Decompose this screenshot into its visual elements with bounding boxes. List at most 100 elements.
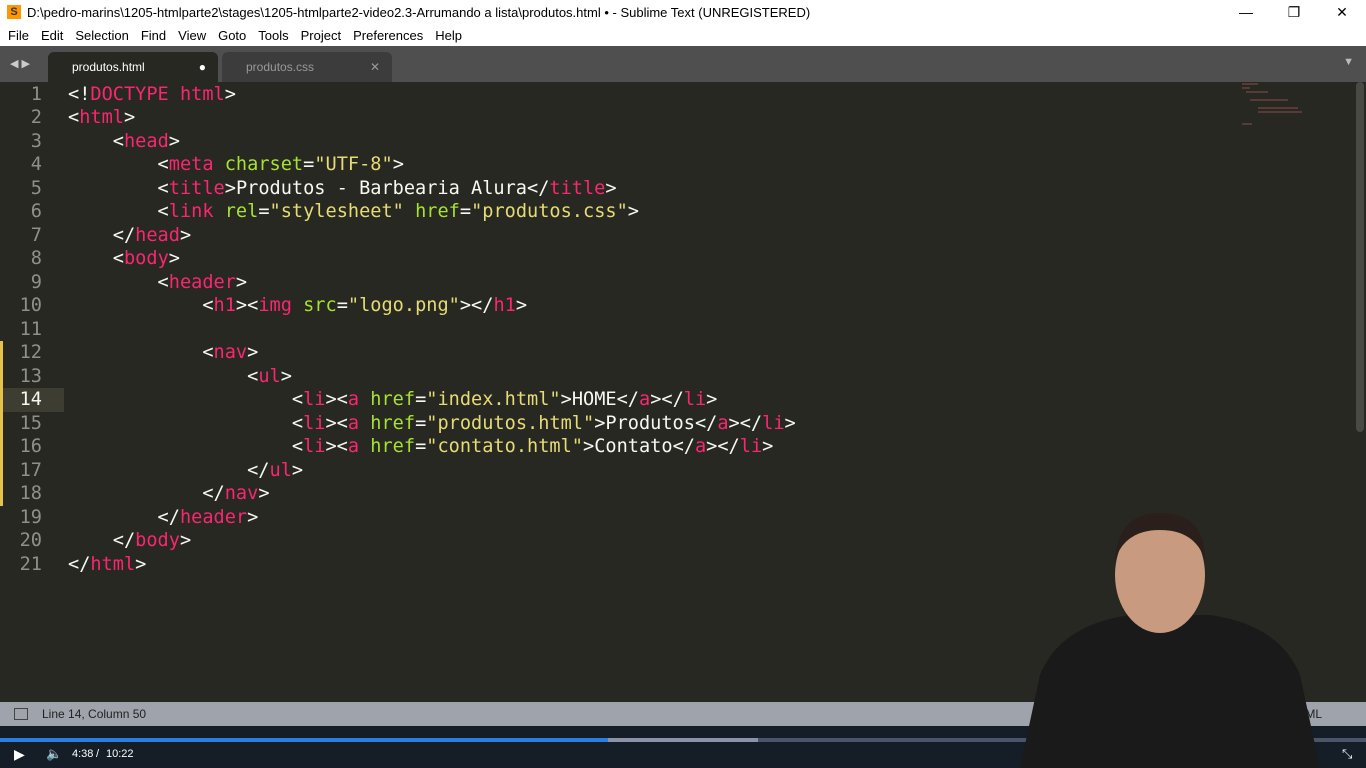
code-token: meta xyxy=(168,154,214,175)
code-token: a xyxy=(717,412,729,434)
code-token: < xyxy=(68,271,169,293)
fullscreen-icon[interactable]: ⤡ xyxy=(1342,744,1352,764)
line-number: 11 xyxy=(19,318,42,340)
unsaved-dot-icon[interactable]: ● xyxy=(199,52,206,82)
code-line[interactable]: <body> xyxy=(68,247,180,271)
code-token: </ xyxy=(527,177,550,199)
code-token: li xyxy=(303,436,326,457)
code-line[interactable]: </html> xyxy=(68,553,146,577)
maximize-button[interactable]: ❐ xyxy=(1270,0,1318,24)
code-token: > xyxy=(706,389,718,410)
duration: 10:22 xyxy=(106,748,134,760)
menu-tools[interactable]: Tools xyxy=(252,28,294,43)
code-line[interactable]: </head> xyxy=(68,224,191,248)
code-line[interactable]: <title>Produtos - Barbearia Alura</title… xyxy=(68,177,617,201)
menu-project[interactable]: Project xyxy=(295,28,347,43)
code-line[interactable]: <li><a href="contato.html">Contato</a></… xyxy=(68,435,773,459)
code-line[interactable]: <li><a href="produtos.html">Produtos</a>… xyxy=(68,412,796,436)
code-token: > xyxy=(594,412,606,434)
code-token: body xyxy=(123,248,169,269)
code-token: "contato.html" xyxy=(426,436,583,457)
panel-toggle-icon[interactable] xyxy=(14,708,28,720)
code-token: = xyxy=(415,412,427,434)
code-token: > xyxy=(583,436,595,457)
code-token: </ xyxy=(672,436,695,457)
volume-icon[interactable]: 🔈 xyxy=(46,744,62,764)
code-token: > xyxy=(762,436,774,457)
code-line[interactable]: </header> xyxy=(68,506,259,530)
code-token: html xyxy=(90,553,136,575)
tab-nav-arrows-icon[interactable]: ◀ ▶ xyxy=(10,57,30,70)
code-token: </ xyxy=(68,224,136,246)
close-button[interactable]: ✕ xyxy=(1318,0,1366,24)
vertical-scrollbar[interactable] xyxy=(1356,82,1364,432)
code-token: < xyxy=(68,107,80,128)
code-line[interactable]: <nav> xyxy=(68,341,258,365)
code-line[interactable]: <!DOCTYPE html> xyxy=(68,83,236,107)
code-token: Produtos xyxy=(605,412,695,434)
code-token: head xyxy=(135,224,180,246)
code-token: < xyxy=(68,201,169,222)
code-line[interactable]: <li><a href="index.html">HOME</a></li> xyxy=(68,388,718,412)
line-number: 17 xyxy=(19,459,42,481)
code-line[interactable]: <head> xyxy=(68,130,180,154)
menu-edit[interactable]: Edit xyxy=(35,28,69,43)
menu-find[interactable]: Find xyxy=(135,28,172,43)
code-token: li xyxy=(303,389,326,410)
line-number: 7 xyxy=(30,224,42,246)
cursor-position: Line 14, Column 50 xyxy=(42,707,147,721)
code-token: body xyxy=(135,530,180,551)
code-token: >< xyxy=(325,412,348,434)
code-line[interactable]: </nav> xyxy=(68,482,269,506)
tab-dropdown-icon[interactable]: ▼ xyxy=(1343,56,1354,68)
code-line[interactable]: <ul> xyxy=(68,365,292,389)
menu-file[interactable]: File xyxy=(2,28,35,43)
menu-view[interactable]: View xyxy=(172,28,212,43)
menu-help[interactable]: Help xyxy=(429,28,468,43)
code-line[interactable]: </ul> xyxy=(68,459,303,483)
code-token: > xyxy=(247,342,259,363)
minimize-button[interactable]: — xyxy=(1222,0,1270,24)
close-tab-icon[interactable]: ✕ xyxy=(370,52,380,82)
code-token: > xyxy=(224,177,236,199)
line-number: 19 xyxy=(19,506,42,528)
code-line[interactable]: <meta charset="UTF-8"> xyxy=(68,153,404,177)
code-token: = xyxy=(303,154,315,175)
code-token: </ xyxy=(68,506,180,528)
tab-label: produtos.html xyxy=(72,60,145,74)
line-number: 10 xyxy=(19,295,42,316)
code-token: li xyxy=(303,412,326,434)
code-token: > xyxy=(179,224,192,246)
play-icon[interactable]: ▶ xyxy=(14,744,25,764)
code-token: = xyxy=(415,389,427,410)
tab-produtos-html[interactable]: produtos.html ● xyxy=(48,52,218,82)
tab-produtos-css[interactable]: produtos.css ✕ xyxy=(222,52,392,82)
line-number: 1 xyxy=(30,83,42,105)
code-token: title xyxy=(549,177,606,199)
code-token: </ xyxy=(68,553,91,575)
code-line[interactable]: </body> xyxy=(68,529,191,553)
code-line[interactable]: <html> xyxy=(68,106,135,130)
code-token: img xyxy=(258,295,292,316)
code-line[interactable]: <h1><img src="logo.png"></h1> xyxy=(68,294,527,318)
code-token: > xyxy=(392,154,404,175)
code-token: > xyxy=(135,553,147,575)
code-token: = xyxy=(415,436,427,457)
code-line[interactable]: <header> xyxy=(68,271,248,295)
menu-goto[interactable]: Goto xyxy=(212,28,252,43)
code-token: header xyxy=(168,271,236,293)
code-token: > xyxy=(560,389,572,410)
code-token: a xyxy=(347,389,360,410)
line-number: 4 xyxy=(30,154,42,175)
code-token: < xyxy=(68,295,214,316)
code-line[interactable]: <link rel="stylesheet" href="produtos.cs… xyxy=(68,200,639,224)
code-token: < xyxy=(68,177,169,199)
menu-preferences[interactable]: Preferences xyxy=(347,28,429,43)
menu-selection[interactable]: Selection xyxy=(69,28,134,43)
time-separator: / xyxy=(96,748,100,760)
code-token: html xyxy=(79,107,124,128)
minimap[interactable] xyxy=(1238,82,1308,127)
